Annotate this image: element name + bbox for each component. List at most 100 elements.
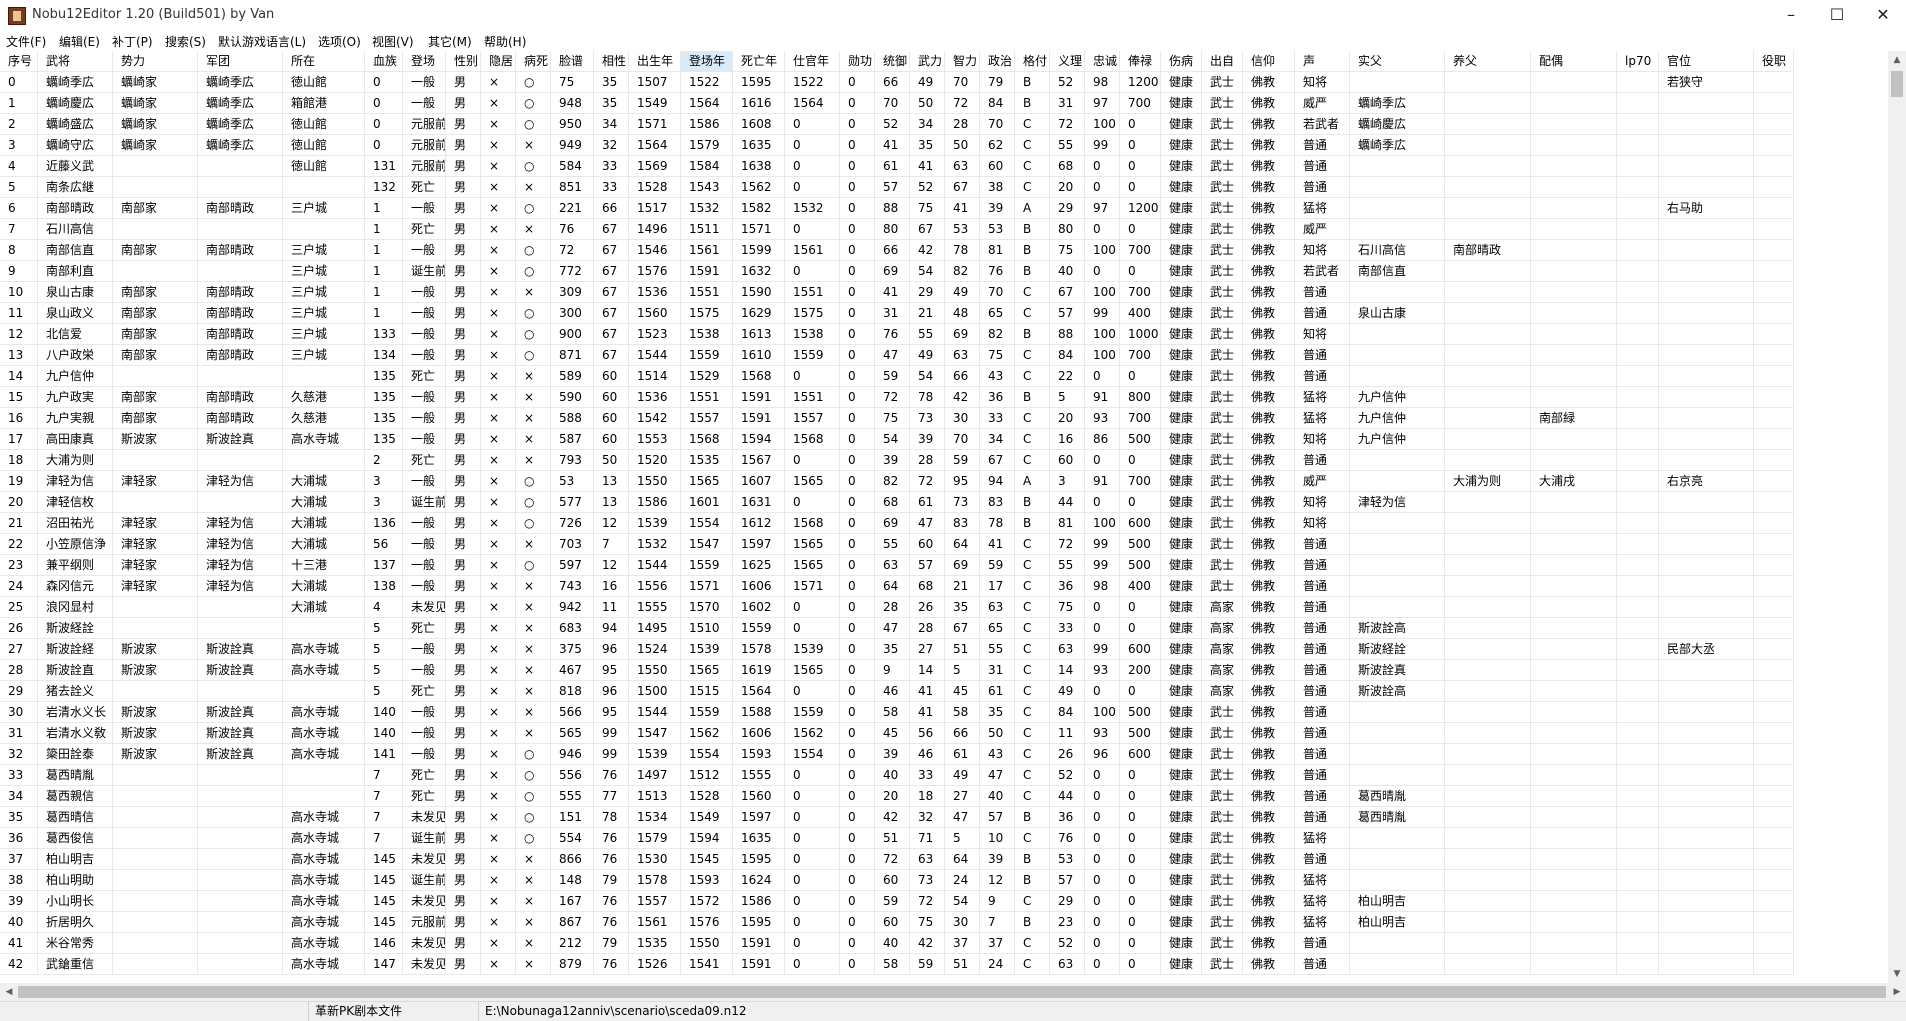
- cell-reputation[interactable]: 普通: [1295, 534, 1350, 555]
- cell-death-year[interactable]: 1593: [733, 744, 785, 765]
- cell-appearance[interactable]: 一般: [403, 198, 446, 219]
- cell-war[interactable]: 27: [910, 639, 945, 660]
- cell-war[interactable]: 41: [910, 702, 945, 723]
- cell-loyalty[interactable]: 0: [1085, 891, 1120, 912]
- cell-injury[interactable]: 健康: [1161, 849, 1202, 870]
- cell-intellect[interactable]: 21: [945, 576, 980, 597]
- cell-politics[interactable]: 17: [980, 576, 1015, 597]
- cell-command[interactable]: 61: [875, 156, 910, 177]
- cell-illness[interactable]: ○: [516, 471, 551, 492]
- cell-loyalty[interactable]: 100: [1085, 513, 1120, 534]
- cell-clan[interactable]: 南部家: [113, 303, 198, 324]
- cell-name[interactable]: 柏山明吉: [38, 849, 113, 870]
- cell-compatibility[interactable]: 33: [594, 177, 629, 198]
- cell-corps[interactable]: 南部晴政: [198, 198, 283, 219]
- cell-gender[interactable]: 男: [446, 744, 481, 765]
- cell-adoptive-father[interactable]: [1445, 93, 1531, 114]
- cell-merit[interactable]: 0: [840, 681, 875, 702]
- cell-duty[interactable]: 52: [1050, 72, 1085, 93]
- column-header-post[interactable]: 役职: [1754, 51, 1794, 72]
- cell-clan[interactable]: [113, 807, 198, 828]
- cell-command[interactable]: 88: [875, 198, 910, 219]
- cell-injury[interactable]: 健康: [1161, 513, 1202, 534]
- cell-lineage[interactable]: 5: [365, 639, 403, 660]
- cell-stipend[interactable]: 700: [1120, 93, 1161, 114]
- table-row[interactable]: 27 斯波詮経 斯波家 斯波詮真 高水寺城 5 一般男 × × 375 96 1524 1539 1578…: [0, 639, 1888, 660]
- cell-faith[interactable]: 佛教: [1243, 870, 1295, 891]
- cell-death-year[interactable]: 1588: [733, 702, 785, 723]
- cell-compatibility[interactable]: 79: [594, 870, 629, 891]
- cell-appearance[interactable]: 诞生前: [403, 828, 446, 849]
- cell-loyalty[interactable]: 0: [1085, 366, 1120, 387]
- cell-father[interactable]: 柏山明吉: [1350, 891, 1445, 912]
- cell-court-rank[interactable]: [1659, 660, 1754, 681]
- cell-corps[interactable]: [198, 786, 283, 807]
- cell-command[interactable]: 39: [875, 450, 910, 471]
- cell-duty[interactable]: 14: [1050, 660, 1085, 681]
- cell-debut-year[interactable]: 1511: [681, 219, 733, 240]
- cell-illness[interactable]: ×: [516, 366, 551, 387]
- cell-debut-year[interactable]: 1528: [681, 786, 733, 807]
- cell-lp70[interactable]: [1617, 912, 1659, 933]
- cell-injury[interactable]: 健康: [1161, 387, 1202, 408]
- cell-stipend[interactable]: 0: [1120, 492, 1161, 513]
- cell-father[interactable]: [1350, 324, 1445, 345]
- column-header-lp70[interactable]: lp70: [1617, 51, 1659, 72]
- cell-war[interactable]: 42: [910, 933, 945, 954]
- table-row[interactable]: 37 柏山明吉 高水寺城 145 未发见男 × × 866 76 1530 1545 1595 0 0 72…: [0, 849, 1888, 870]
- cell-compatibility[interactable]: 60: [594, 366, 629, 387]
- cell-spouse[interactable]: [1531, 576, 1617, 597]
- cell-rank[interactable]: C: [1015, 114, 1050, 135]
- cell-politics[interactable]: 76: [980, 261, 1015, 282]
- cell-gender[interactable]: 男: [446, 240, 481, 261]
- cell-reputation[interactable]: 普通: [1295, 933, 1350, 954]
- cell-loyalty[interactable]: 98: [1085, 576, 1120, 597]
- cell-intellect[interactable]: 50: [945, 135, 980, 156]
- cell-lp70[interactable]: [1617, 660, 1659, 681]
- cell-gender[interactable]: 男: [446, 261, 481, 282]
- column-header-faith[interactable]: 信仰: [1243, 51, 1295, 72]
- cell-intellect[interactable]: 30: [945, 912, 980, 933]
- cell-stipend[interactable]: 700: [1120, 282, 1161, 303]
- cell-birth-year[interactable]: 1524: [629, 639, 681, 660]
- cell-service-year[interactable]: 0: [785, 261, 840, 282]
- cell-father[interactable]: [1350, 282, 1445, 303]
- cell-lineage[interactable]: 136: [365, 513, 403, 534]
- cell-merit[interactable]: 0: [840, 135, 875, 156]
- cell-service-year[interactable]: 0: [785, 954, 840, 975]
- cell-retired[interactable]: ×: [481, 828, 516, 849]
- cell-command[interactable]: 69: [875, 261, 910, 282]
- cell-compatibility[interactable]: 76: [594, 912, 629, 933]
- cell-faith[interactable]: 佛教: [1243, 912, 1295, 933]
- cell-politics[interactable]: 36: [980, 387, 1015, 408]
- cell-name[interactable]: 森冈信元: [38, 576, 113, 597]
- cell-death-year[interactable]: 1595: [733, 849, 785, 870]
- cell-post[interactable]: [1754, 408, 1794, 429]
- cell-birth-year[interactable]: 1561: [629, 912, 681, 933]
- cell-reputation[interactable]: 猛将: [1295, 828, 1350, 849]
- cell-debut-year[interactable]: 1559: [681, 702, 733, 723]
- table-row[interactable]: 1 蠣崎慶広 蠣崎家 蠣崎季広 箱館港 0 一般男 × ○ 948 35 1549 1564 1616 15…: [0, 93, 1888, 114]
- cell-death-year[interactable]: 1590: [733, 282, 785, 303]
- cell-lp70[interactable]: [1617, 702, 1659, 723]
- cell-post[interactable]: [1754, 597, 1794, 618]
- cell-lp70[interactable]: [1617, 639, 1659, 660]
- column-header-name[interactable]: 武将: [38, 51, 113, 72]
- cell-appearance[interactable]: 一般: [403, 723, 446, 744]
- cell-illness[interactable]: ○: [516, 765, 551, 786]
- cell-lp70[interactable]: [1617, 198, 1659, 219]
- cell-rank[interactable]: B: [1015, 240, 1050, 261]
- cell-lp70[interactable]: [1617, 471, 1659, 492]
- cell-birth-year[interactable]: 1497: [629, 765, 681, 786]
- cell-loyalty[interactable]: 0: [1085, 912, 1120, 933]
- cell-debut-year[interactable]: 1541: [681, 954, 733, 975]
- cell-retired[interactable]: ×: [481, 660, 516, 681]
- cell-index[interactable]: 9: [0, 261, 38, 282]
- cell-stipend[interactable]: 0: [1120, 828, 1161, 849]
- cell-spouse[interactable]: [1531, 597, 1617, 618]
- cell-intellect[interactable]: 63: [945, 345, 980, 366]
- cell-rank[interactable]: C: [1015, 723, 1050, 744]
- cell-corps[interactable]: [198, 219, 283, 240]
- table-row[interactable]: 11 泉山政义 南部家 南部晴政 三户城 1 一般男 × ○ 300 67 1560 1575 1629 1…: [0, 303, 1888, 324]
- cell-service-year[interactable]: 0: [785, 681, 840, 702]
